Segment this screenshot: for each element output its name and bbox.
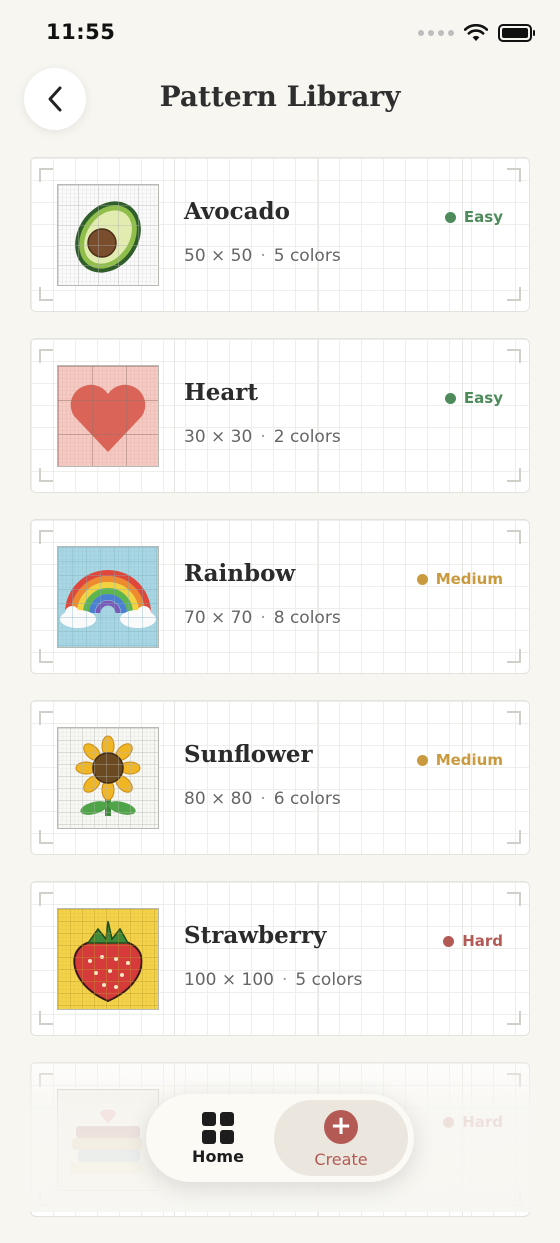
plus-icon: + bbox=[324, 1110, 358, 1144]
pattern-size: 80 × 80 bbox=[184, 789, 253, 809]
difficulty-badge: Hard bbox=[443, 1113, 503, 1131]
heart-icon bbox=[57, 365, 159, 467]
wifi-icon bbox=[464, 24, 488, 41]
difficulty-badge: Easy bbox=[444, 389, 503, 407]
pattern-name: Strawberry bbox=[184, 922, 327, 949]
pattern-name: Rainbow bbox=[184, 560, 296, 587]
difficulty-badge: Medium bbox=[416, 751, 503, 769]
pattern-size: 100 × 100 bbox=[184, 970, 274, 990]
pattern-name: Sunflower bbox=[184, 741, 313, 768]
pattern-meta: 70 × 70 · 8 colors bbox=[184, 608, 341, 628]
pattern-card-heart[interactable]: Heart 30 × 30 · 2 colors Easy bbox=[30, 338, 530, 493]
pattern-colors: 8 colors bbox=[273, 608, 341, 628]
status-bar: 11:55 bbox=[0, 0, 560, 70]
header: Pattern Library bbox=[0, 66, 560, 136]
pattern-size: 50 × 50 bbox=[184, 246, 253, 266]
pattern-colors: 5 colors bbox=[273, 246, 341, 266]
nav-create-label: Create bbox=[314, 1150, 368, 1169]
rainbow-icon bbox=[57, 546, 159, 648]
pattern-list: Avocado 50 × 50 · 5 colors Easy Heart 30 ×… bbox=[30, 157, 530, 1243]
pattern-size: 70 × 70 bbox=[184, 608, 253, 628]
pattern-meta: 30 × 30 · 2 colors bbox=[184, 427, 341, 447]
pattern-size: 30 × 30 bbox=[184, 427, 253, 447]
nav-home-label: Home bbox=[192, 1147, 244, 1166]
pattern-card-strawberry[interactable]: Strawberry 100 × 100 · 5 colors Hard bbox=[30, 881, 530, 1036]
pattern-colors: 6 colors bbox=[273, 789, 341, 809]
cellular-signal-icon bbox=[418, 30, 454, 36]
nav-home-button[interactable]: Home bbox=[174, 1106, 262, 1170]
pattern-colors: 5 colors bbox=[295, 970, 363, 990]
status-icons bbox=[418, 24, 535, 42]
books-icon bbox=[57, 1089, 159, 1191]
pattern-name: Heart bbox=[184, 379, 259, 406]
nav-create-button[interactable]: + Create bbox=[274, 1100, 408, 1176]
avocado-icon bbox=[57, 184, 159, 286]
pattern-colors: 2 colors bbox=[273, 427, 341, 447]
difficulty-badge: Medium bbox=[416, 570, 503, 588]
bottom-nav: Home + Create bbox=[146, 1094, 414, 1182]
pattern-card-sunflower[interactable]: Sunflower 80 × 80 · 6 colors Medium bbox=[30, 700, 530, 855]
battery-icon bbox=[498, 24, 535, 42]
status-time: 11:55 bbox=[46, 20, 116, 44]
pattern-name: Avocado bbox=[184, 198, 290, 225]
pattern-meta: 50 × 50 · 5 colors bbox=[184, 246, 341, 266]
pattern-card-rainbow[interactable]: Rainbow 70 × 70 · 8 colors Medium bbox=[30, 519, 530, 674]
difficulty-badge: Easy bbox=[444, 208, 503, 226]
pattern-meta: 80 × 80 · 6 colors bbox=[184, 789, 341, 809]
sunflower-icon bbox=[57, 727, 159, 829]
pattern-card-avocado[interactable]: Avocado 50 × 50 · 5 colors Easy bbox=[30, 157, 530, 312]
grid-icon bbox=[202, 1112, 234, 1144]
difficulty-badge: Hard bbox=[443, 932, 503, 950]
strawberry-icon bbox=[57, 908, 159, 1010]
pattern-meta: 100 × 100 · 5 colors bbox=[184, 970, 363, 990]
page-title: Pattern Library bbox=[159, 80, 401, 113]
